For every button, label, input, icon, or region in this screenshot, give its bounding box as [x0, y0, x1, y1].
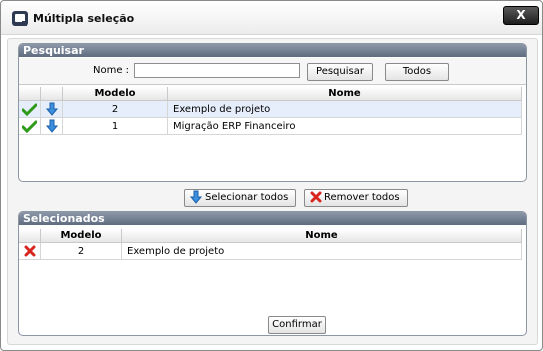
search-row: Nome : Pesquisar Todos: [19, 58, 526, 85]
title-bar: Múltipla seleção X: [1, 1, 542, 35]
selected-table-header: Modelo Nome: [19, 229, 522, 243]
cell-nome: Migração ERP Financeiro: [167, 117, 522, 135]
selected-panel-header: Selecionados: [19, 212, 526, 225]
search-results-header: Modelo Nome: [19, 87, 522, 101]
table-row[interactable]: 2 Exemplo de projeto: [19, 242, 522, 260]
cell-modelo: 2: [62, 100, 168, 118]
dialog-body: Pesquisar Nome : Pesquisar Todos Modelo …: [7, 38, 538, 345]
check-icon[interactable]: [22, 103, 37, 116]
selected-panel: Selecionados Modelo Nome 2 Exemplo de pr…: [18, 211, 527, 336]
red-x-icon[interactable]: [24, 245, 36, 257]
cell-modelo: 1: [62, 117, 168, 135]
selected-table: Modelo Nome 2 Exemplo de projeto: [19, 229, 522, 260]
search-button[interactable]: Pesquisar: [307, 63, 373, 81]
check-icon[interactable]: [22, 120, 37, 133]
col-nome-header[interactable]: Nome: [121, 229, 522, 243]
search-results-table: Modelo Nome 2 Exemplo de projeto 1 Migra…: [19, 87, 522, 135]
close-button[interactable]: X: [503, 6, 539, 25]
search-panel: Pesquisar Nome : Pesquisar Todos Modelo …: [18, 43, 527, 182]
select-all-label: Selecionar todos: [205, 192, 289, 203]
col-modelo-header[interactable]: Modelo: [40, 229, 122, 243]
cell-modelo: 2: [40, 242, 122, 260]
col-nome-header[interactable]: Nome: [167, 87, 522, 101]
arrow-down-icon: [190, 190, 202, 204]
arrow-down-icon[interactable]: [45, 119, 58, 133]
col-move-header: [40, 87, 63, 101]
confirm-button[interactable]: Confirmar: [268, 316, 326, 334]
arrow-down-icon[interactable]: [45, 102, 58, 116]
col-remove-header: [19, 229, 41, 243]
col-modelo-header[interactable]: Modelo: [62, 87, 168, 101]
dialog-title: Múltipla seleção: [33, 12, 135, 25]
select-all-button[interactable]: Selecionar todos: [184, 189, 296, 207]
name-search-input[interactable]: [134, 63, 300, 78]
col-add-header: [19, 87, 41, 101]
multi-select-dialog: Múltipla seleção X Pesquisar Nome : Pesq…: [0, 0, 543, 351]
all-button[interactable]: Todos: [385, 63, 449, 81]
red-x-icon: [310, 191, 322, 203]
name-label: Nome :: [93, 65, 130, 76]
table-row[interactable]: 2 Exemplo de projeto: [19, 100, 522, 118]
cell-nome: Exemplo de projeto: [167, 100, 522, 118]
search-panel-header: Pesquisar: [19, 44, 526, 57]
remove-all-label: Remover todos: [324, 192, 400, 203]
cell-nome: Exemplo de projeto: [121, 242, 522, 260]
app-icon: [12, 11, 28, 26]
table-row[interactable]: 1 Migração ERP Financeiro: [19, 117, 522, 135]
remove-all-button[interactable]: Remover todos: [304, 189, 408, 207]
